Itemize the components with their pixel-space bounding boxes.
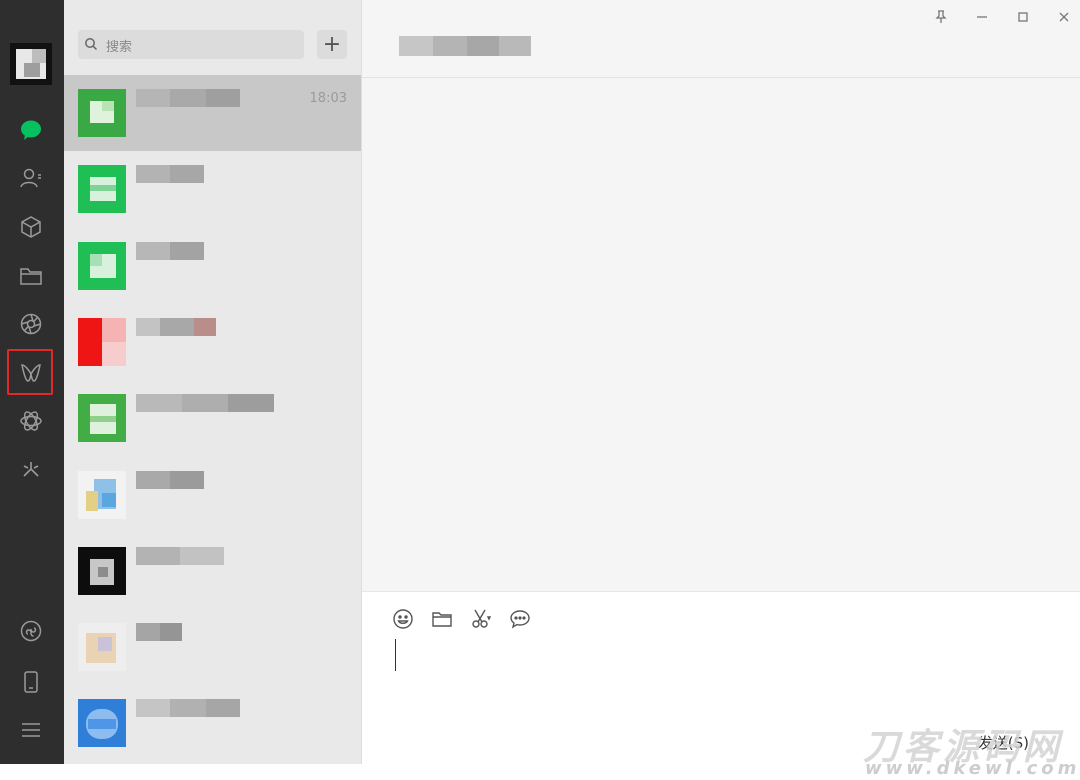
favorites-icon[interactable] [16, 212, 46, 242]
chat-name-blurred [136, 165, 204, 183]
search-input[interactable]: 搜索 [78, 30, 304, 59]
chat-title-blurred [399, 36, 531, 56]
chat-avatar [78, 394, 126, 442]
chat-avatar [78, 165, 126, 213]
files-icon[interactable] [16, 261, 46, 291]
list-item[interactable] [64, 685, 361, 761]
chat-name-blurred [136, 547, 224, 565]
search-discover-icon[interactable] [16, 406, 46, 436]
close-button[interactable] [1052, 6, 1076, 28]
miniprogram-link-icon[interactable] [16, 616, 46, 646]
screenshot-scissors-icon[interactable] [468, 606, 494, 632]
chat-name-blurred [136, 471, 204, 489]
message-area[interactable] [362, 79, 1080, 591]
chat-name-blurred [136, 699, 240, 717]
search-icon [85, 38, 98, 51]
chat-name-blurred [136, 394, 274, 412]
chat-name-blurred [136, 623, 182, 641]
menu-icon[interactable] [16, 715, 46, 745]
list-item[interactable] [64, 457, 361, 533]
list-item[interactable] [64, 304, 361, 380]
list-item[interactable] [64, 380, 361, 456]
list-item[interactable] [64, 151, 361, 227]
chat-avatar [78, 623, 126, 671]
chat-avatar [78, 471, 126, 519]
chat-history-icon[interactable] [507, 606, 533, 632]
chat-name-blurred [136, 318, 216, 336]
message-input[interactable] [392, 636, 1062, 726]
folder-icon[interactable] [429, 606, 455, 632]
pin-button[interactable] [929, 6, 953, 28]
list-item[interactable] [64, 228, 361, 304]
mini-programs-icon[interactable] [16, 455, 46, 485]
list-item[interactable]: 18:03 [64, 75, 361, 151]
chat-avatar [78, 547, 126, 595]
minimize-button[interactable] [970, 6, 994, 28]
maximize-button[interactable] [1011, 6, 1035, 28]
search-placeholder: 搜索 [106, 40, 133, 55]
chat-avatar [78, 89, 126, 137]
chat-main-area: 发送(S) [361, 0, 1080, 764]
list-item[interactable] [64, 533, 361, 609]
contacts-icon[interactable] [16, 163, 46, 193]
send-button[interactable]: 发送(S) [978, 732, 1029, 753]
chat-avatar [78, 318, 126, 366]
nav-sidebar [0, 0, 64, 764]
chat-name-blurred [136, 242, 204, 260]
chat-header [362, 0, 1080, 78]
channels-highlight-box [7, 349, 53, 395]
moments-icon[interactable] [16, 309, 46, 339]
composer: 发送(S) [362, 591, 1080, 764]
phone-icon[interactable] [16, 667, 46, 697]
chat-avatar [78, 242, 126, 290]
chat-time: 18:03 [309, 91, 347, 106]
list-item[interactable] [64, 609, 361, 685]
chat-name-blurred [136, 89, 240, 107]
emoji-icon[interactable] [390, 606, 416, 632]
user-avatar[interactable] [10, 43, 52, 85]
text-caret [395, 639, 396, 671]
add-button[interactable]: + [317, 30, 347, 59]
chat-list-panel: 搜索 + 18:03 [64, 0, 361, 764]
chat-avatar [78, 699, 126, 747]
chat-icon[interactable] [16, 115, 46, 145]
wechat-window: 搜索 + 18:03 发送(S) [0, 0, 1080, 764]
bottom-strip [0, 764, 1080, 780]
